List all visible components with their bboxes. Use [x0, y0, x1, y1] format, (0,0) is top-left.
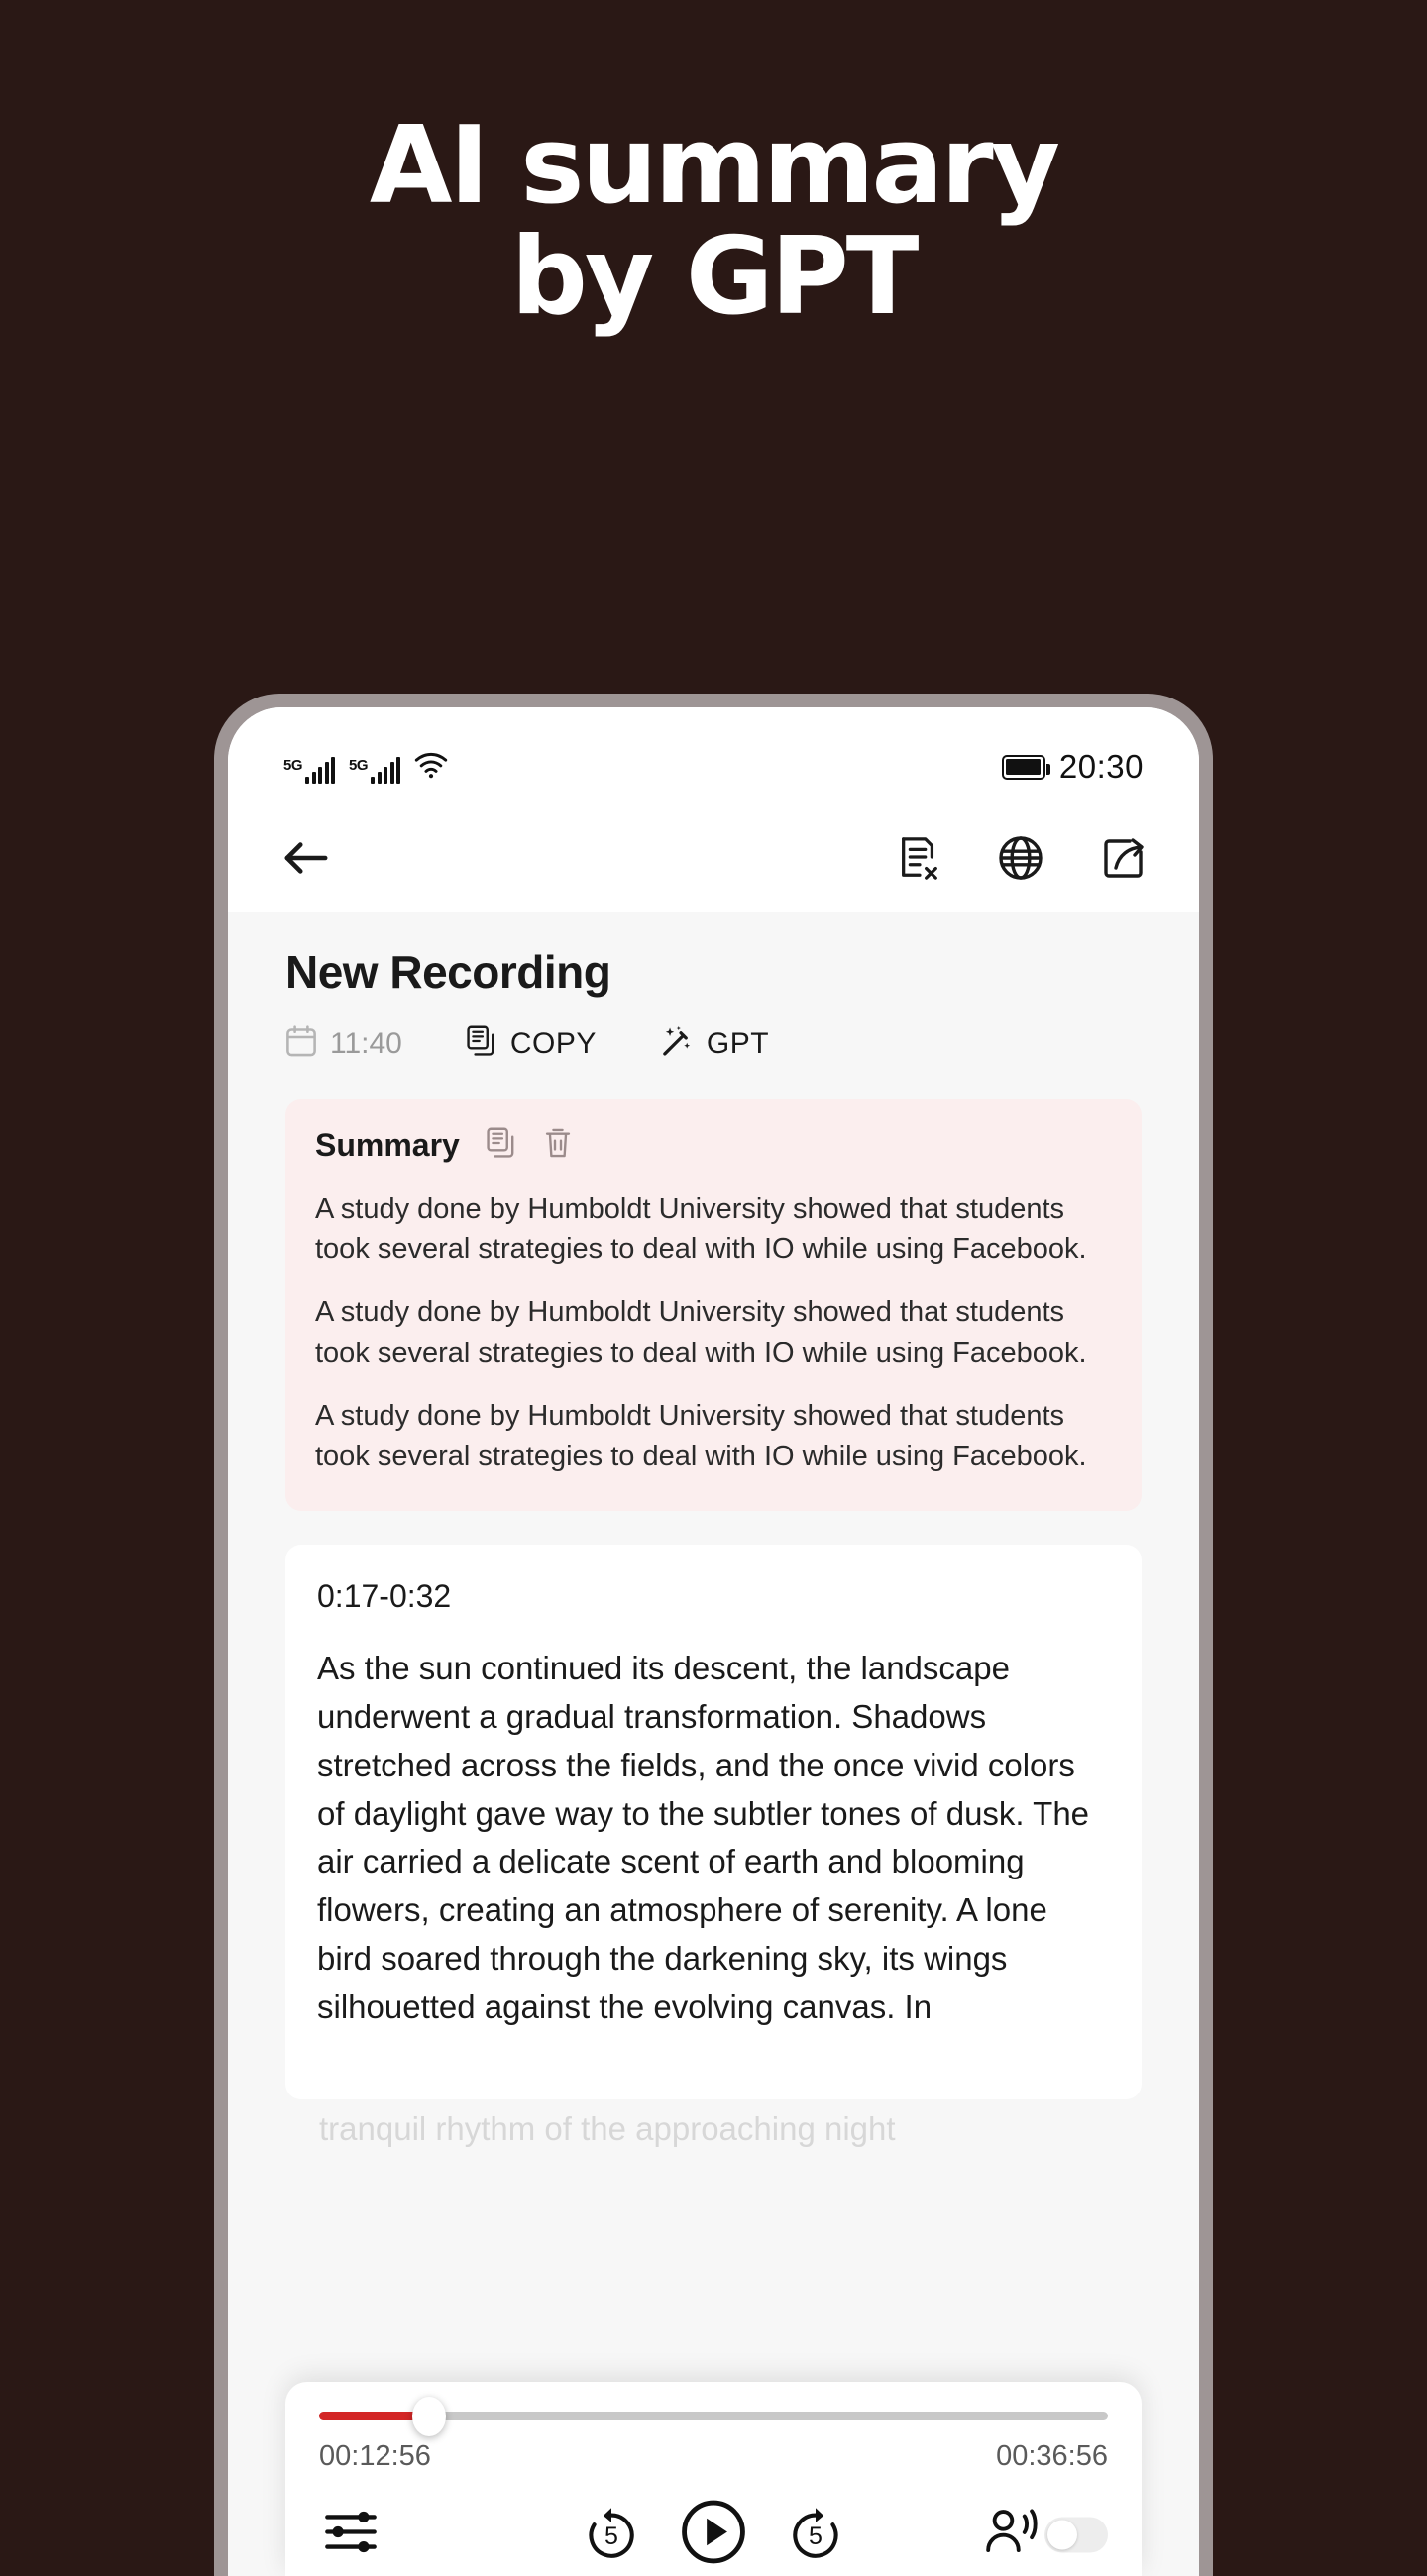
phone-screen: 5G 5G 20:30 New Recording 11:40 COPY GPT…	[228, 707, 1199, 2576]
status-bar-right: 20:30	[1001, 748, 1144, 786]
transcript-body: As the sun continued its descent, the la…	[317, 1650, 1090, 2025]
transcript-faded-tail: tranquil rhythm of the approaching night	[319, 2110, 896, 2148]
equalizer-icon	[323, 2511, 379, 2562]
back-arrow-icon[interactable]	[279, 835, 333, 881]
speaker-person-icon	[983, 2507, 1039, 2563]
summary-header: Summary	[315, 1127, 1112, 1165]
globe-icon[interactable]	[997, 834, 1044, 882]
current-time: 00:12:56	[319, 2440, 431, 2472]
total-time: 00:36:56	[996, 2440, 1108, 2472]
rewind-5-button[interactable]: 5	[584, 2506, 639, 2563]
calendar-icon	[285, 1024, 317, 1063]
status-bar: 5G 5G 20:30	[228, 707, 1199, 805]
share-export-icon[interactable]	[1100, 834, 1148, 882]
summary-card: Summary A study done by Humboldt Univers…	[285, 1099, 1142, 1512]
note-header: New Recording 11:40 COPY GPT	[228, 912, 1199, 1063]
player-times: 00:12:56 00:36:56	[319, 2440, 1108, 2473]
headline-line-2: by GPT	[510, 215, 920, 340]
play-button[interactable]	[681, 2500, 746, 2570]
trash-icon[interactable]	[543, 1127, 573, 1165]
toolbar-actions	[896, 834, 1148, 882]
copy-action[interactable]: COPY	[466, 1024, 597, 1063]
signal-icon-2: 5G	[349, 756, 401, 784]
gpt-action[interactable]: GPT	[660, 1024, 769, 1063]
network-type-1: 5G	[283, 756, 303, 774]
transcript-card[interactable]: 0:17-0:32 As the sun continued its desce…	[285, 1545, 1142, 2100]
speaker-toggle-switch[interactable]	[1044, 2517, 1108, 2552]
note-content: New Recording 11:40 COPY GPT Summary A s…	[228, 912, 1199, 2576]
progress-knob[interactable]	[412, 2396, 447, 2436]
audio-player: 00:12:56 00:36:56 5 5	[285, 2382, 1142, 2576]
status-clock: 20:30	[1058, 748, 1144, 785]
wifi-icon	[414, 751, 448, 784]
player-controls: 5 5	[319, 2500, 1108, 2570]
speaker-detection-toggle[interactable]	[983, 2507, 1108, 2563]
progress-slider[interactable]	[319, 2396, 1108, 2436]
recording-time: 11:40	[285, 1024, 402, 1063]
transport-controls: 5 5	[584, 2500, 843, 2570]
battery-icon	[1001, 754, 1050, 780]
forward-5-icon	[788, 2507, 843, 2567]
summary-paragraph: A study done by Humboldt University show…	[315, 1399, 1087, 1472]
app-toolbar	[228, 805, 1199, 912]
playback-settings-button[interactable]	[323, 2507, 379, 2563]
signal-icon-1: 5G	[283, 756, 336, 784]
promo-headline: AI summary by GPT	[0, 110, 1427, 340]
document-delete-icon[interactable]	[896, 834, 941, 882]
recording-time-label: 11:40	[330, 1026, 402, 1060]
copy-action-label: COPY	[509, 1026, 597, 1060]
summary-paragraph: A study done by Humboldt University show…	[315, 1193, 1087, 1266]
note-meta-row: 11:40 COPY GPT	[285, 1024, 1142, 1063]
network-type-2: 5G	[349, 756, 369, 774]
summary-title: Summary	[315, 1127, 460, 1163]
magic-wand-icon	[660, 1024, 694, 1063]
phone-frame: 5G 5G 20:30 New Recording 11:40 COPY GPT…	[214, 694, 1213, 2576]
headline-line-1: AI summary	[369, 104, 1060, 228]
page-title: New Recording	[285, 946, 611, 998]
copy-icon	[466, 1024, 497, 1063]
rewind-5-icon	[584, 2507, 639, 2567]
copy-icon[interactable]	[486, 1127, 517, 1165]
summary-paragraph: A study done by Humboldt University show…	[315, 1296, 1087, 1369]
forward-5-button[interactable]: 5	[788, 2506, 843, 2563]
rewind-5-label: 5	[604, 2522, 618, 2550]
transcript-timestamp: 0:17-0:32	[317, 1578, 452, 1615]
forward-5-label: 5	[809, 2522, 823, 2550]
gpt-action-label: GPT	[706, 1026, 770, 1060]
status-bar-left: 5G 5G	[283, 751, 448, 784]
